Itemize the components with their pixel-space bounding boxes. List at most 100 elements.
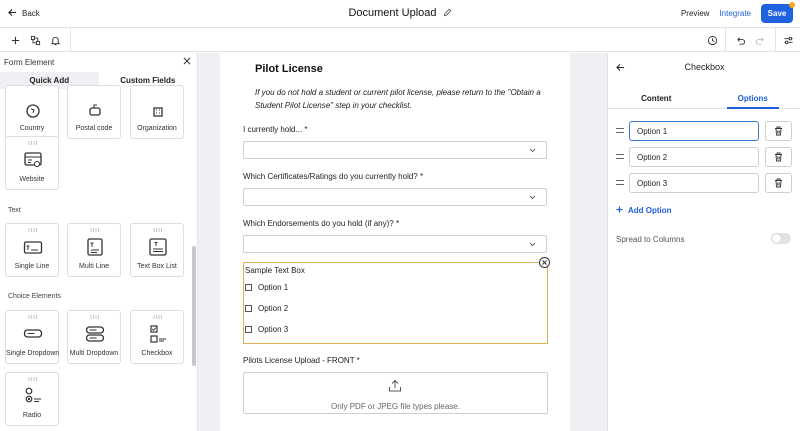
toolbar-divider — [775, 28, 776, 52]
option-label: Option 1 — [258, 283, 289, 292]
form-canvas: Pilot License If you do not hold a stude… — [198, 53, 607, 431]
checkbox-square[interactable] — [245, 326, 252, 333]
plus-icon — [616, 206, 623, 215]
multi-line-icon — [87, 238, 103, 256]
question-label: Pilots License Upload - FRONT * — [243, 356, 360, 365]
option-input[interactable] — [629, 173, 759, 193]
element-radio[interactable]: Radio — [5, 372, 59, 426]
element-organization[interactable]: Organization — [130, 85, 184, 139]
element-text-box-list[interactable]: Text Box List — [130, 223, 184, 277]
top-bar: Back Document Upload Preview Integrate S… — [0, 0, 800, 28]
back-label: Back — [22, 9, 40, 18]
redo-icon[interactable] — [754, 34, 766, 46]
preview-link[interactable]: Preview — [681, 9, 709, 18]
drag-handle-icon[interactable] — [616, 179, 624, 186]
grid-icon[interactable] — [29, 34, 41, 46]
element-label: Single Dropdown — [6, 350, 60, 357]
upload-hint: Only PDF or JPEG file types please. — [331, 402, 460, 411]
pencil-icon[interactable] — [443, 8, 452, 20]
settings-sliders-icon[interactable] — [782, 34, 794, 46]
element-website[interactable]: Website — [5, 136, 59, 190]
element-label: Radio — [22, 412, 42, 419]
drag-handle-icon[interactable] — [616, 127, 624, 134]
dropdown-field[interactable] — [243, 235, 547, 253]
form-intro-text[interactable]: If you do not hold a student or current … — [255, 86, 545, 112]
editor-toolbar — [0, 28, 800, 52]
mailbox-icon — [89, 104, 101, 116]
back-button[interactable]: Back — [8, 8, 40, 19]
document-title[interactable]: Document Upload — [348, 7, 436, 19]
checkbox-square[interactable] — [245, 284, 252, 291]
element-label: Website — [19, 176, 45, 183]
delete-option-button[interactable] — [765, 173, 792, 193]
spread-columns-toggle[interactable] — [771, 233, 791, 244]
dropdown-field[interactable] — [243, 188, 547, 206]
chevron-down-icon — [529, 242, 536, 247]
text-box-list-icon — [149, 238, 167, 256]
question-label: Which Certificates/Ratings do you curren… — [243, 172, 424, 181]
delete-option-button[interactable] — [765, 121, 792, 141]
save-button[interactable]: Save — [761, 2, 795, 23]
option-input[interactable] — [629, 121, 759, 141]
trash-icon — [775, 178, 782, 188]
element-checkbox[interactable]: Checkbox — [130, 310, 184, 364]
integrate-link[interactable]: Integrate — [719, 9, 751, 18]
checkbox-option[interactable]: Option 1 — [245, 283, 288, 292]
undo-icon[interactable] — [734, 34, 746, 46]
multi-dropdown-icon — [85, 326, 105, 342]
option-label: Option 2 — [258, 304, 289, 313]
checkbox-option[interactable]: Option 3 — [245, 325, 288, 334]
element-single-line[interactable]: Single Line — [5, 223, 59, 277]
dropdown-field[interactable] — [243, 141, 547, 159]
remove-field-icon[interactable] — [539, 257, 550, 268]
plus-icon[interactable] — [9, 34, 21, 46]
selected-checkbox-field[interactable]: Sample Text Box Option 1 Option 2 Option… — [243, 262, 548, 344]
element-label: Single Line — [14, 263, 50, 270]
form-element-panel: Form Element Quick Add Custom Fields Cou… — [0, 53, 198, 431]
close-icon[interactable] — [183, 57, 191, 67]
option-row — [616, 173, 794, 193]
toolbar-divider — [70, 28, 71, 52]
option-input[interactable] — [629, 147, 759, 167]
element-multi-line[interactable]: Multi Line — [67, 223, 121, 277]
element-multi-dropdown[interactable]: Multi Dropdown — [67, 310, 121, 364]
option-label: Option 3 — [258, 325, 289, 334]
dropdown-icon — [23, 329, 43, 338]
notification-dot — [789, 2, 795, 8]
element-single-dropdown[interactable]: Single Dropdown — [5, 310, 59, 364]
element-postal-code[interactable]: Postal code — [67, 85, 121, 139]
history-icon[interactable] — [706, 34, 718, 46]
element-label: Checkbox — [141, 350, 173, 357]
drag-handle-icon[interactable] — [616, 153, 624, 160]
checkbox-option[interactable]: Option 2 — [245, 304, 288, 313]
element-label: Multi Line — [79, 263, 109, 270]
panel-scrollbar[interactable] — [192, 246, 196, 366]
element-label: Postal code — [75, 125, 113, 132]
delete-option-button[interactable] — [765, 147, 792, 167]
drag-dots-icon — [153, 315, 163, 319]
tab-content[interactable]: Content — [608, 89, 705, 108]
trash-icon — [775, 126, 782, 136]
file-upload-zone[interactable]: Only PDF or JPEG file types please. — [243, 372, 548, 414]
drag-dots-icon — [28, 228, 38, 232]
element-label: Organization — [137, 125, 177, 132]
add-option-button[interactable]: Add Option — [616, 206, 672, 215]
drag-dots-icon — [90, 315, 100, 319]
checkbox-icon — [150, 325, 166, 343]
tab-options[interactable]: Options — [705, 89, 800, 109]
element-label: Multi Dropdown — [69, 350, 119, 357]
checkbox-square[interactable] — [245, 305, 252, 312]
single-line-icon — [23, 241, 43, 254]
element-label: Text Box List — [137, 263, 177, 270]
section-title-text: Text — [8, 207, 21, 214]
drag-dots-icon — [90, 228, 100, 232]
drag-dots-icon — [28, 315, 38, 319]
section-title-choice: Choice Elements — [8, 293, 61, 300]
element-label: Country — [19, 125, 45, 132]
bell-icon[interactable] — [49, 34, 61, 46]
question-label: I currently hold... * — [243, 125, 308, 134]
element-country[interactable]: Country — [5, 85, 59, 139]
website-icon — [24, 152, 42, 167]
form-title[interactable]: Pilot License — [255, 63, 323, 75]
arrow-left-icon[interactable] — [616, 63, 625, 72]
